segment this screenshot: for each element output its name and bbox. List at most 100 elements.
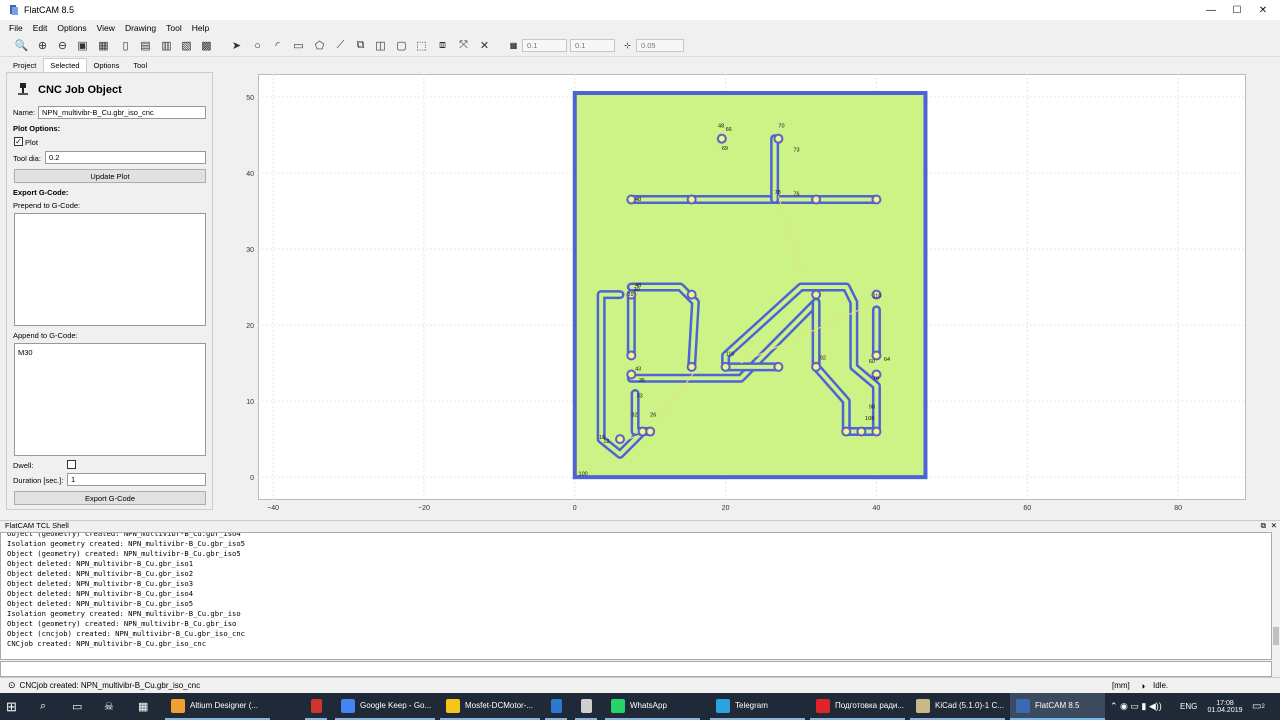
taskbar-app[interactable]: KiCad (5.1.0)-1 C... [910, 693, 1005, 720]
append-textarea[interactable]: M30 [14, 343, 206, 456]
pad-label: 66 [726, 127, 732, 133]
taskbar-app[interactable]: Подготовка ради... [810, 693, 905, 720]
menu-drawing[interactable]: Drawing [120, 23, 161, 33]
taskbar-app[interactable]: WhatsApp [605, 693, 700, 720]
replot-icon[interactable]: ▦ [96, 38, 111, 53]
tcl-shell-icon[interactable]: ▩ [199, 38, 214, 53]
pad [646, 428, 654, 435]
delete-icon[interactable]: ✕ [477, 38, 492, 53]
menu-options[interactable]: Options [52, 23, 91, 33]
tcl-shell-input[interactable] [0, 661, 1272, 677]
clear-plot-icon[interactable]: ▣ [75, 38, 90, 53]
taskbar-app-label: KiCad (5.1.0)-1 C... [935, 701, 1004, 710]
taskbar-app[interactable]: Mosfet-DCMotor-... [440, 693, 540, 720]
menu-view[interactable]: View [92, 23, 120, 33]
menu-edit[interactable]: Edit [28, 23, 53, 33]
taskbar-app[interactable] [305, 693, 327, 720]
close-button[interactable]: ✕ [1240, 0, 1280, 20]
tab-selected[interactable]: Selected [43, 58, 87, 72]
grid-snap-icon[interactable]: ▦ [506, 38, 521, 53]
y-tick-label: 0 [250, 475, 254, 482]
taskbar-app[interactable] [575, 693, 597, 720]
duration-field[interactable]: 1 [67, 473, 206, 486]
pad [873, 196, 880, 203]
taskbar-app[interactable]: Google Keep - Go... [335, 693, 435, 720]
dwell-checkbox[interactable] [67, 460, 76, 469]
new-geometry-icon[interactable]: ▯ [118, 38, 133, 53]
shell-log-line: Object deleted: NPN_multivibr-B_Cu.gbr_i… [7, 559, 194, 568]
polygon-icon[interactable]: ⬠ [312, 38, 327, 53]
y-tick-label: 50 [246, 95, 254, 102]
update-plot-button[interactable]: Update Plot [14, 169, 206, 183]
export-gcode-button[interactable]: Export G-Code [14, 491, 206, 505]
shell-log-line: Object (geometry) created: NPN_multivibr… [7, 549, 241, 558]
taskbar-app[interactable]: FlatCAM 8.5 [1010, 693, 1105, 720]
menu-bar: File Edit Options View Drawing Tool Help [0, 20, 1280, 35]
shell-log-line: Object deleted: NPN_multivibr-B_Cu.gbr_i… [7, 579, 194, 588]
tool-dia-field[interactable]: 0.2 [45, 151, 206, 164]
tab-options[interactable]: Options [87, 58, 127, 72]
clock[interactable]: 17:08 01.04.2019 [1203, 693, 1247, 720]
rectangle-icon[interactable]: ▭ [291, 38, 306, 53]
name-field[interactable]: NPN_multivibr-B_Cu.gbr_iso_cnc [38, 106, 206, 119]
system-tray-icons[interactable]: ⌃ ◉ ▭ ▮ ◀)) [1110, 693, 1172, 720]
taskbar-app[interactable]: Altium Designer (... [165, 693, 270, 720]
calculator-icon[interactable]: ▦ [138, 693, 158, 720]
tcl-shell-log[interactable]: Object (geometry) created: NPN_multivibr… [0, 532, 1272, 660]
pad [858, 428, 865, 435]
close-shell-icon[interactable]: ✕ [1271, 521, 1277, 530]
zoom-fit-icon[interactable]: 🔍 [14, 38, 29, 53]
pad [722, 363, 729, 371]
notifications-button[interactable]: ▭ 2 [1252, 693, 1276, 720]
taskbar-app-label: Mosfet-DCMotor-... [465, 701, 534, 710]
subtract-icon[interactable]: ▢ [394, 38, 409, 53]
grid-y-field[interactable]: 0.1 [570, 39, 615, 52]
snap-corner-icon[interactable]: ⊹ [620, 38, 635, 53]
export-gcode-heading: Export G-Code: [13, 188, 69, 197]
title-bar: FlatCAM 8.5 — ☐ ✕ [0, 0, 1280, 20]
language-indicator[interactable]: ENG [1180, 693, 1202, 720]
move-icon[interactable]: ⤧ [456, 38, 471, 53]
dwell-label: Dwell: [13, 461, 34, 470]
window-title: FlatCAM 8.5 [24, 5, 75, 15]
copy-icon[interactable]: ⧈ [435, 38, 450, 53]
clock-date: 01.04.2019 [1207, 706, 1243, 714]
select-icon[interactable]: ➤ [229, 38, 244, 53]
cut-icon[interactable]: ⬚ [414, 38, 429, 53]
status-bar: ⊙ CNCjob created: NPN_multivibr-B_Cu.gbr… [0, 677, 1280, 693]
arc-icon[interactable]: ◜ [270, 38, 285, 53]
snap-max-field[interactable]: 0.05 [636, 39, 684, 52]
pad [628, 352, 635, 359]
pinned-app-icon[interactable]: ☠ [104, 693, 124, 720]
pad-label: 100 [579, 472, 588, 478]
app-icon [341, 698, 355, 713]
taskbar-app[interactable] [545, 693, 567, 720]
menu-help[interactable]: Help [187, 23, 214, 33]
x-tick-label: 60 [1023, 505, 1031, 512]
shell-scrollbar[interactable] [1272, 532, 1280, 660]
menu-tool[interactable]: Tool [161, 23, 187, 33]
plot-checkbox[interactable]: ✓ [14, 137, 23, 146]
pad-label: 78 [775, 190, 781, 196]
task-view-icon[interactable]: ▭ [72, 693, 92, 720]
taskbar-app[interactable]: Telegram [710, 693, 805, 720]
search-icon[interactable]: ⌕ [40, 693, 60, 720]
circle-icon[interactable]: ○ [250, 38, 265, 53]
zoom-in-icon[interactable]: ⊕ [35, 38, 50, 53]
grid-x-field[interactable]: 0.1 [522, 39, 567, 52]
float-shell-icon[interactable]: ⧉ [1261, 521, 1266, 531]
menu-file[interactable]: File [0, 23, 28, 33]
union-icon[interactable]: ⧉ [353, 38, 368, 53]
run-icon[interactable]: ▧ [179, 38, 194, 53]
tab-project[interactable]: Project [6, 58, 43, 72]
plot-area[interactable]: −40 −20 0 20 40 60 805040302010048486970736678… [218, 74, 1280, 514]
save-icon[interactable]: ▥ [159, 38, 174, 53]
path-icon[interactable]: ⟋ [333, 38, 348, 53]
tab-tool[interactable]: Tool [126, 58, 154, 72]
zoom-out-icon[interactable]: ⊖ [55, 38, 70, 53]
start-button-icon[interactable]: ⊞ [6, 693, 30, 720]
app-icon [916, 698, 930, 713]
prepend-textarea[interactable] [14, 213, 206, 326]
intersection-icon[interactable]: ◫ [373, 38, 388, 53]
open-icon[interactable]: ▤ [138, 38, 153, 53]
